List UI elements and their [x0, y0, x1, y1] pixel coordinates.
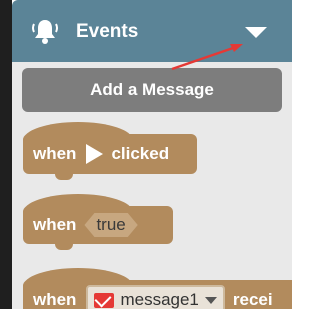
dropdown-caret-icon	[204, 296, 217, 304]
when-clicked-block[interactable]: when clicked	[23, 122, 197, 180]
when-message-received-block[interactable]: when message1 recei	[23, 268, 292, 309]
bell-icon	[32, 20, 58, 44]
block-keyword: clicked	[111, 144, 170, 163]
envelope-icon	[94, 292, 115, 308]
events-palette: Events Add a Message when clicked when t…	[12, 0, 292, 309]
boolean-value: true	[96, 215, 126, 234]
window-edge	[0, 0, 12, 309]
block-keyword: when	[33, 144, 77, 163]
block-keyword: when	[33, 215, 77, 234]
block-keyword: when	[33, 290, 77, 309]
block-notch	[55, 242, 73, 250]
category-header[interactable]: Events	[12, 0, 292, 62]
screenshot-frame: Events Add a Message when clicked when t…	[0, 0, 292, 309]
hat-cap	[23, 122, 133, 146]
caret-down-icon[interactable]	[245, 27, 267, 38]
message-dropdown[interactable]: message1	[86, 285, 225, 309]
block-notch	[55, 172, 73, 180]
message-value: message1	[120, 290, 199, 309]
boolean-input[interactable]: true	[84, 213, 137, 237]
add-message-button[interactable]: Add a Message	[22, 68, 282, 112]
category-title: Events	[76, 21, 139, 42]
when-condition-block[interactable]: when true	[23, 194, 173, 250]
block-keyword: recei	[232, 290, 273, 309]
play-icon	[86, 144, 104, 164]
